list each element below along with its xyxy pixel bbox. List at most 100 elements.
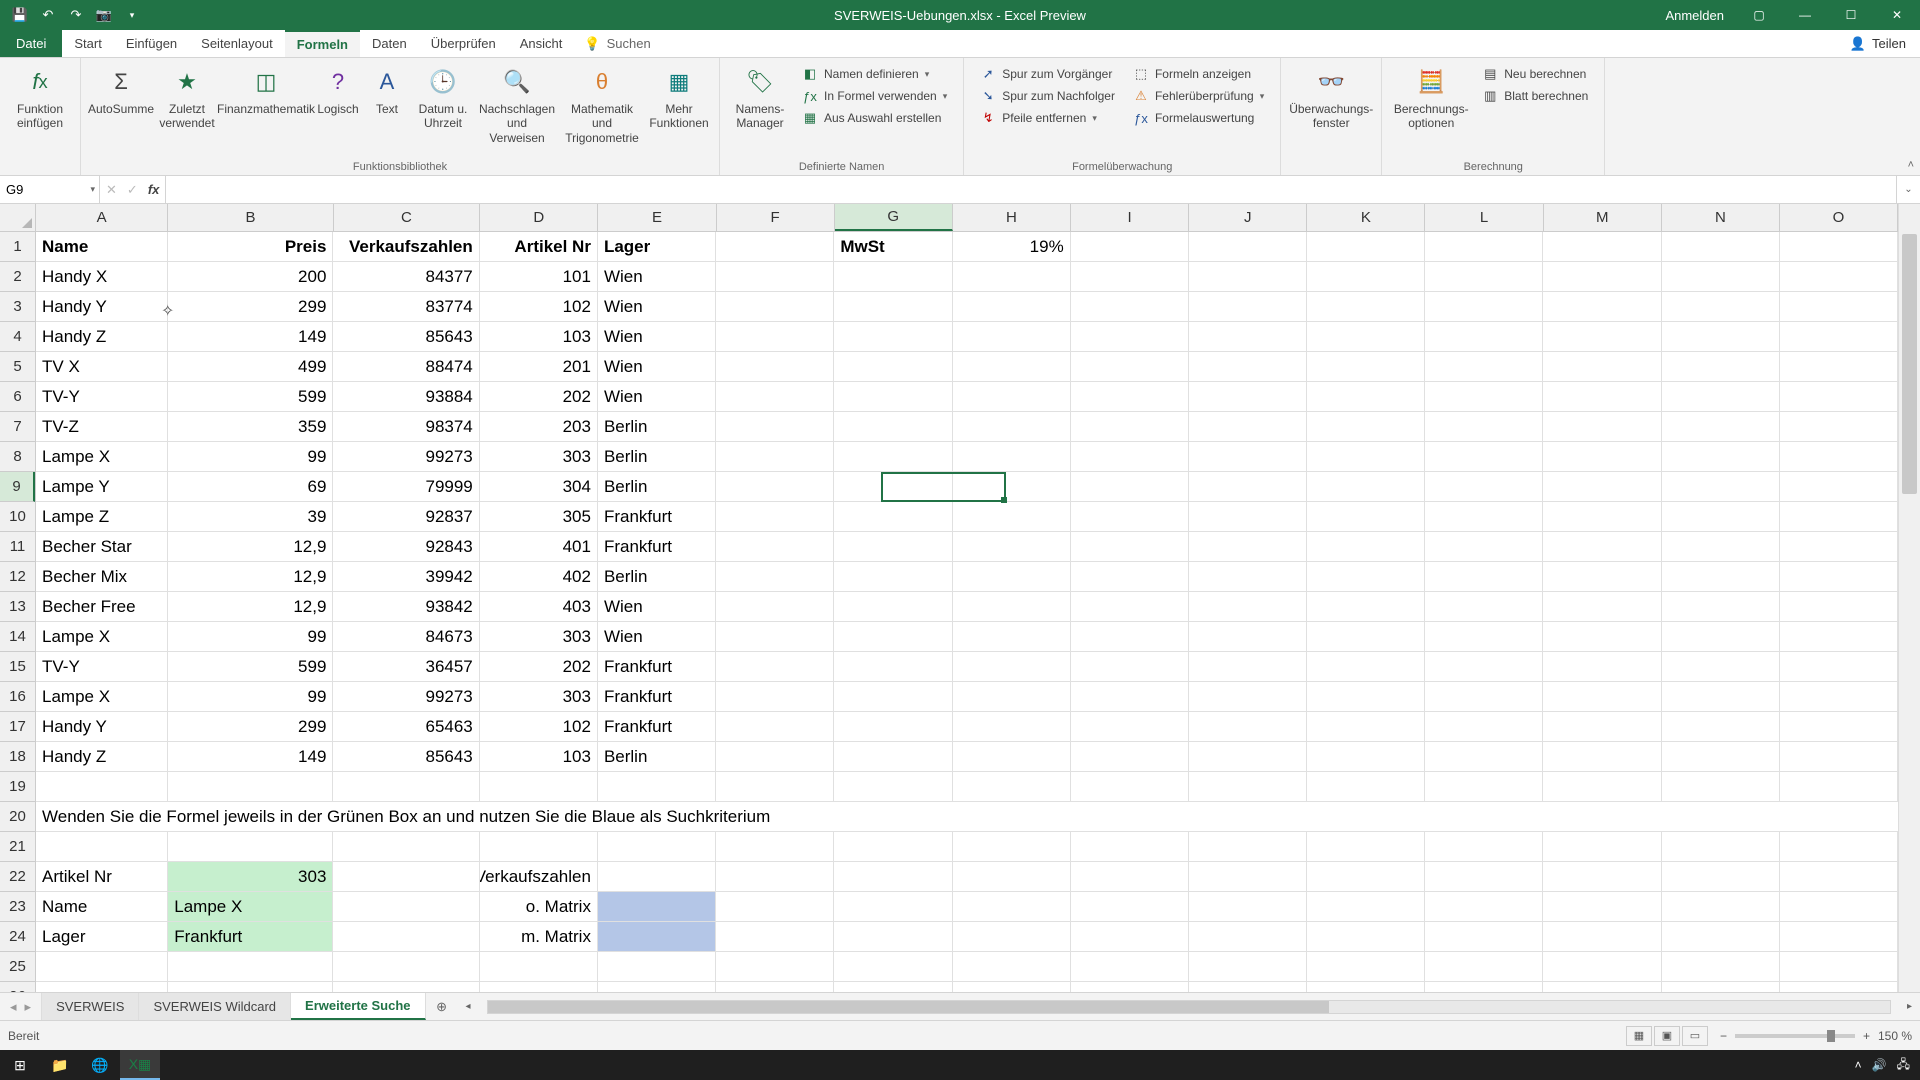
cell-G6[interactable] xyxy=(834,382,952,412)
cell-E10[interactable]: Frankfurt xyxy=(598,502,716,532)
cell-I21[interactable] xyxy=(1071,832,1189,862)
cell-E16[interactable]: Frankfurt xyxy=(598,682,716,712)
cell-A3[interactable]: Handy Y xyxy=(36,292,168,322)
cell-B1[interactable]: Preis xyxy=(168,232,333,262)
cell-A24[interactable]: Lager xyxy=(36,922,168,952)
recently-used-button[interactable]: ★Zuletzt verwendet xyxy=(155,62,219,159)
cell-K18[interactable] xyxy=(1307,742,1425,772)
cell-H24[interactable] xyxy=(953,922,1071,952)
tab-formulas[interactable]: Formeln xyxy=(285,30,360,57)
cell-B12[interactable]: 12,9 xyxy=(168,562,333,592)
cell-N4[interactable] xyxy=(1662,322,1780,352)
cell-K21[interactable] xyxy=(1307,832,1425,862)
ribbon-display-options[interactable]: ▢ xyxy=(1736,0,1782,30)
cell-D17[interactable]: 102 xyxy=(480,712,598,742)
cell-A23[interactable]: Name xyxy=(36,892,168,922)
cell-J1[interactable] xyxy=(1189,232,1307,262)
cell-N10[interactable] xyxy=(1662,502,1780,532)
cell-G21[interactable] xyxy=(834,832,952,862)
cell-F8[interactable] xyxy=(716,442,834,472)
cell-N19[interactable] xyxy=(1662,772,1780,802)
qat-customize[interactable]: ▾ xyxy=(120,3,144,27)
cell-N18[interactable] xyxy=(1662,742,1780,772)
cell-O21[interactable] xyxy=(1780,832,1898,862)
cell-E8[interactable]: Berlin xyxy=(598,442,716,472)
insert-function-button[interactable]: fx Funktion einfügen xyxy=(8,62,72,173)
cell-B23[interactable]: Lampe X xyxy=(168,892,333,922)
cell-N6[interactable] xyxy=(1662,382,1780,412)
cell-F24[interactable] xyxy=(716,922,834,952)
cell-M18[interactable] xyxy=(1543,742,1661,772)
cell-F10[interactable] xyxy=(716,502,834,532)
use-in-formula-button[interactable]: ƒxIn Formel verwenden ▾ xyxy=(798,86,951,106)
cell-M24[interactable] xyxy=(1543,922,1661,952)
view-page-layout-button[interactable]: ▣ xyxy=(1654,1026,1680,1046)
cell-I6[interactable] xyxy=(1071,382,1189,412)
start-button[interactable]: ⊞ xyxy=(0,1050,40,1080)
cell-E26[interactable] xyxy=(598,982,716,992)
cell-E14[interactable]: Wien xyxy=(598,622,716,652)
cell-I16[interactable] xyxy=(1071,682,1189,712)
cell-L13[interactable] xyxy=(1425,592,1543,622)
cell-J24[interactable] xyxy=(1189,922,1307,952)
datetime-button[interactable]: 🕒Datum u. Uhrzeit xyxy=(411,62,475,159)
cell-O2[interactable] xyxy=(1780,262,1898,292)
cell-H12[interactable] xyxy=(953,562,1071,592)
cell-L4[interactable] xyxy=(1425,322,1543,352)
cell-C21[interactable] xyxy=(333,832,479,862)
row-header-22[interactable]: 22 xyxy=(0,862,35,892)
cell-A13[interactable]: Becher Free xyxy=(36,592,168,622)
error-checking-button[interactable]: ⚠Fehlerüberprüfung ▾ xyxy=(1129,86,1268,106)
cell-H6[interactable] xyxy=(953,382,1071,412)
cell-L14[interactable] xyxy=(1425,622,1543,652)
cell-G12[interactable] xyxy=(834,562,952,592)
cell-M19[interactable] xyxy=(1543,772,1661,802)
row-header-3[interactable]: 3 xyxy=(0,292,35,322)
cell-J15[interactable] xyxy=(1189,652,1307,682)
tray-chevron-icon[interactable]: ˄ xyxy=(1855,1058,1862,1072)
file-explorer-button[interactable]: 📁 xyxy=(40,1050,80,1080)
cell-D12[interactable]: 402 xyxy=(480,562,598,592)
cell-I24[interactable] xyxy=(1071,922,1189,952)
cell-D14[interactable]: 303 xyxy=(480,622,598,652)
cell-A26[interactable] xyxy=(36,982,168,992)
cell-B21[interactable] xyxy=(168,832,333,862)
cell-C10[interactable]: 92837 xyxy=(333,502,479,532)
cell-I10[interactable] xyxy=(1071,502,1189,532)
cell-N13[interactable] xyxy=(1662,592,1780,622)
redo-button[interactable]: ↷ xyxy=(64,3,88,27)
cell-K26[interactable] xyxy=(1307,982,1425,992)
cell-I17[interactable] xyxy=(1071,712,1189,742)
cell-B18[interactable]: 149 xyxy=(168,742,333,772)
column-header-O[interactable]: O xyxy=(1780,204,1898,231)
cell-M25[interactable] xyxy=(1543,952,1661,982)
cell-F14[interactable] xyxy=(716,622,834,652)
row-headers[interactable]: 1234567891011121314151617181920212223242… xyxy=(0,232,36,992)
column-header-L[interactable]: L xyxy=(1425,204,1543,231)
scroll-thumb[interactable] xyxy=(1902,234,1917,494)
cell-E1[interactable]: Lager xyxy=(598,232,716,262)
cell-E17[interactable]: Frankfurt xyxy=(598,712,716,742)
sheet-tab-wildcard[interactable]: SVERWEIS Wildcard xyxy=(139,993,291,1020)
cell-O22[interactable] xyxy=(1780,862,1898,892)
worksheet-grid[interactable]: ABCDEFGHIJKLMNO 123456789101112131415161… xyxy=(0,204,1920,992)
row-header-12[interactable]: 12 xyxy=(0,562,35,592)
cell-H19[interactable] xyxy=(953,772,1071,802)
cell-I13[interactable] xyxy=(1071,592,1189,622)
cell-L26[interactable] xyxy=(1425,982,1543,992)
row-header-10[interactable]: 10 xyxy=(0,502,35,532)
undo-button[interactable]: ↶ xyxy=(36,3,60,27)
cell-C11[interactable]: 92843 xyxy=(333,532,479,562)
column-header-F[interactable]: F xyxy=(717,204,835,231)
cell-O6[interactable] xyxy=(1780,382,1898,412)
cell-D6[interactable]: 202 xyxy=(480,382,598,412)
cell-C25[interactable] xyxy=(333,952,479,982)
cell-I5[interactable] xyxy=(1071,352,1189,382)
tell-me-search[interactable]: 💡 Suchen xyxy=(574,30,660,57)
calculate-sheet-button[interactable]: ▥Blatt berechnen xyxy=(1478,86,1592,106)
column-header-N[interactable]: N xyxy=(1662,204,1780,231)
cell-J11[interactable] xyxy=(1189,532,1307,562)
cell-F18[interactable] xyxy=(716,742,834,772)
cell-C14[interactable]: 84673 xyxy=(333,622,479,652)
cell-C9[interactable]: 79999 xyxy=(333,472,479,502)
